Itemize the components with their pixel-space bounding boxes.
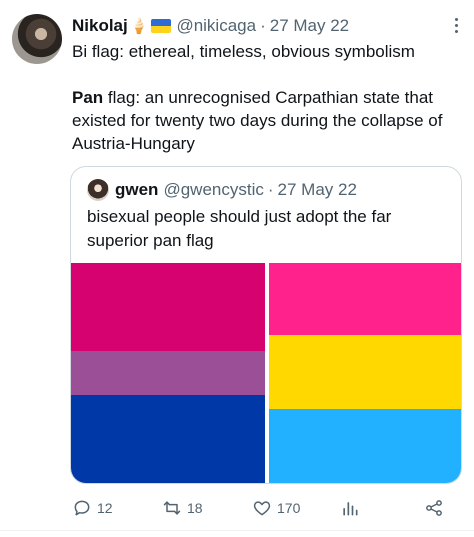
pan-bold-word: Pan xyxy=(72,88,104,107)
tweet-header: Nikolaj 🍦 @nikicaga · 27 May 22 xyxy=(72,14,349,38)
views-button[interactable] xyxy=(340,496,365,520)
author-handle[interactable]: @nikicaga xyxy=(176,16,256,36)
like-button[interactable]: 170 xyxy=(252,496,300,520)
quote-separator-dot: · xyxy=(267,180,274,199)
like-icon xyxy=(253,501,271,516)
pan-flag-pink-stripe xyxy=(269,263,461,335)
tweet-text-line1: Bi flag: ethereal, timeless, obvious sym… xyxy=(72,42,415,61)
quote-date: 27 May 22 xyxy=(277,180,357,199)
quote-text: bisexual people should just adopt the fa… xyxy=(87,207,392,250)
pan-flag-cyan-stripe xyxy=(269,409,461,483)
bi-flag-purple-stripe xyxy=(71,351,265,395)
author-name[interactable]: Nikolaj xyxy=(72,16,128,36)
reply-count: 12 xyxy=(97,500,113,516)
retweet-icon xyxy=(163,501,181,515)
share-button[interactable] xyxy=(424,496,449,520)
ice-cream-emoji: 🍦 xyxy=(129,17,149,35)
reply-button[interactable]: 12 xyxy=(72,496,113,520)
tweet-text: Bi flag: ethereal, timeless, obvious sym… xyxy=(72,40,468,155)
avatar[interactable] xyxy=(12,14,62,64)
more-icon[interactable] xyxy=(446,14,466,36)
bi-flag-blue-stripe xyxy=(71,395,265,483)
quote-media[interactable] xyxy=(71,263,461,483)
action-bar: 12 18 170 xyxy=(72,496,452,520)
like-count: 170 xyxy=(277,500,301,516)
quote-header: gwen @gwencystic · 27 May 22 xyxy=(87,179,357,201)
bi-flag-image[interactable] xyxy=(71,263,265,483)
share-icon xyxy=(426,500,442,516)
reply-icon xyxy=(74,500,90,516)
quote-avatar[interactable] xyxy=(87,179,109,201)
quote-author-name: gwen xyxy=(115,180,159,199)
separator-dot: · xyxy=(260,16,266,35)
bi-flag-pink-stripe xyxy=(71,263,265,351)
views-icon xyxy=(343,502,358,516)
tweet-text-paragraph2: Pan flag: an unrecognised Carpathian sta… xyxy=(72,86,468,155)
retweet-count: 18 xyxy=(187,500,203,516)
pan-rest-text: flag: an unrecognised Carpathian state t… xyxy=(72,88,443,153)
tweet-divider xyxy=(0,530,474,531)
pan-flag-yellow-stripe xyxy=(269,335,461,409)
quote-author-handle: @gwencystic xyxy=(163,180,264,199)
tweet-date[interactable]: 27 May 22 xyxy=(270,16,349,36)
ukraine-flag-icon xyxy=(151,19,172,33)
quoted-tweet[interactable]: gwen @gwencystic · 27 May 22 bisexual pe… xyxy=(70,166,462,484)
retweet-button[interactable]: 18 xyxy=(162,496,203,520)
tweet[interactable]: Nikolaj 🍦 @nikicaga · 27 May 22 Bi flag:… xyxy=(0,0,474,537)
pan-flag-image[interactable] xyxy=(269,263,461,483)
